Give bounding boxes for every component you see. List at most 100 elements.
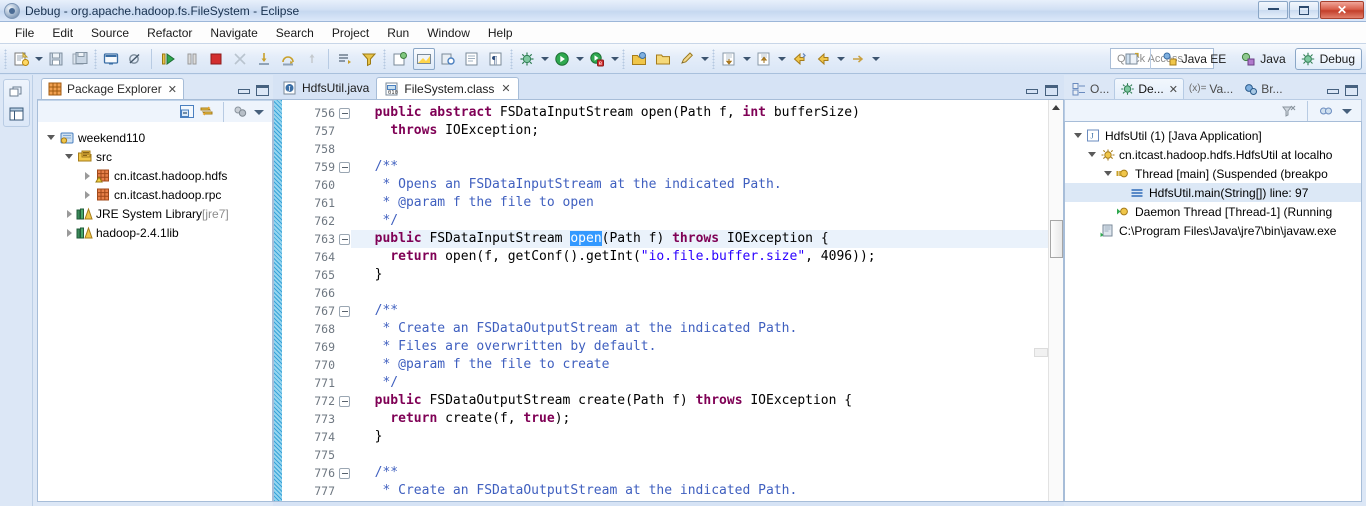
code-line[interactable]: } <box>351 266 1063 284</box>
step-return-icon[interactable] <box>301 48 323 70</box>
chevron-down-icon[interactable] <box>62 150 76 164</box>
tree-item-cn-itcast-hadoop-rpc[interactable]: cn.itcast.hadoop.rpc <box>38 185 272 204</box>
view-menu-icon[interactable] <box>252 106 266 118</box>
code-line[interactable]: } <box>351 428 1063 446</box>
code-line[interactable]: public abstract FSDataInputStream open(P… <box>351 104 1063 122</box>
link-with-editor-icon[interactable] <box>199 104 215 119</box>
debug-node-process[interactable]: C:\Program Files\Java\jre7\bin\javaw.exe <box>1065 221 1361 240</box>
run-external-dropdown-icon[interactable] <box>609 48 620 70</box>
import-icon[interactable] <box>753 48 775 70</box>
previous-annotation-icon[interactable]: ¶ <box>485 48 507 70</box>
collapse-all-icon[interactable] <box>179 104 195 119</box>
change-ruler[interactable] <box>274 100 282 501</box>
export-dropdown-icon[interactable] <box>741 48 752 70</box>
tree-item-src[interactable]: src <box>38 147 272 166</box>
code-line[interactable]: /** <box>351 158 1063 176</box>
close-icon[interactable]: ✕ <box>1169 83 1178 96</box>
forward-history-icon[interactable] <box>812 48 834 70</box>
source-code[interactable]: public abstract FSDataInputStream open(P… <box>351 100 1063 501</box>
tab-breakpoints[interactable]: Br... <box>1238 78 1287 99</box>
tree-item-weekend110[interactable]: weekend110 <box>38 128 272 147</box>
code-line[interactable] <box>351 446 1063 464</box>
console-icon[interactable] <box>100 48 122 70</box>
menu-navigate[interactable]: Navigate <box>201 24 266 42</box>
terminate-icon[interactable] <box>205 48 227 70</box>
close-button[interactable]: ✕ <box>1320 1 1364 19</box>
folding-ruler[interactable] <box>338 100 351 501</box>
code-line[interactable]: * Opens an FSDataInputStream at the indi… <box>351 176 1063 194</box>
code-line[interactable]: public FSDataInputStream open(Path f) th… <box>351 230 1063 248</box>
code-line[interactable]: * Files are overwritten by default. <box>351 338 1063 356</box>
use-step-filters-icon[interactable] <box>358 48 380 70</box>
open-resource-icon[interactable] <box>628 48 650 70</box>
menu-source[interactable]: Source <box>82 24 138 42</box>
skip-all-breakpoints-icon[interactable] <box>124 48 146 70</box>
debug-launch-dropdown-icon[interactable] <box>539 48 550 70</box>
code-line[interactable]: /** <box>351 302 1063 320</box>
forward-arrow-icon[interactable] <box>847 48 869 70</box>
tree-item-hadoop-lib[interactable]: hadoop-2.4.1lib <box>38 223 272 242</box>
open-task-icon[interactable] <box>413 47 435 70</box>
connect-icon[interactable] <box>1318 104 1334 118</box>
code-line[interactable]: * Create an FSDataOutputStream at the in… <box>351 482 1063 500</box>
code-line[interactable] <box>351 284 1063 302</box>
resume-icon[interactable] <box>157 48 179 70</box>
debug-node-launch[interactable]: J HdfsUtil (1) [Java Application] <box>1065 126 1361 145</box>
code-line[interactable]: /** <box>351 464 1063 482</box>
tab-outline[interactable]: O... <box>1067 78 1114 99</box>
perspective-java-ee[interactable]: Java EE <box>1157 48 1234 70</box>
code-line[interactable]: * @param f the file to create <box>351 356 1063 374</box>
fold-collapse-icon[interactable] <box>339 306 350 317</box>
new-java-class-icon[interactable] <box>676 48 698 70</box>
drop-to-frame-icon[interactable] <box>334 48 356 70</box>
maximize-button[interactable] <box>1289 1 1319 19</box>
search-icon[interactable] <box>437 48 459 70</box>
step-into-icon[interactable] <box>253 48 275 70</box>
fold-collapse-icon[interactable] <box>339 162 350 173</box>
run-launch-dropdown-icon[interactable] <box>574 48 585 70</box>
chevron-right-icon[interactable] <box>80 188 94 202</box>
forward-dropdown-icon[interactable] <box>870 48 881 70</box>
maximize-icon[interactable] <box>1345 85 1358 96</box>
suspend-icon[interactable] <box>181 48 203 70</box>
step-over-icon[interactable] <box>277 48 299 70</box>
debug-launch-icon[interactable] <box>516 48 538 70</box>
import-dropdown-icon[interactable] <box>776 48 787 70</box>
focus-on-active-task-icon[interactable] <box>232 104 248 119</box>
code-line[interactable]: */ <box>351 212 1063 230</box>
chevron-down-icon[interactable] <box>44 131 58 145</box>
new-java-class-dropdown-icon[interactable] <box>699 48 710 70</box>
open-perspective-icon[interactable] <box>1121 48 1143 70</box>
tab-debug[interactable]: De... ✕ <box>1114 78 1184 99</box>
chevron-down-icon[interactable] <box>1071 129 1085 143</box>
menu-search[interactable]: Search <box>267 24 323 42</box>
open-type-icon[interactable] <box>389 48 411 70</box>
back-dropdown-icon[interactable] <box>835 48 846 70</box>
debug-node-daemon-thread[interactable]: Daemon Thread [Thread-1] (Running <box>1065 202 1361 221</box>
run-launch-icon[interactable] <box>551 48 573 70</box>
new-wizard-icon[interactable] <box>10 48 32 70</box>
next-annotation-icon[interactable] <box>461 48 483 70</box>
package-explorer-fastview-icon[interactable] <box>7 105 25 123</box>
code-line[interactable]: throws IOException; <box>351 122 1063 140</box>
chevron-right-icon[interactable] <box>62 207 76 221</box>
disconnect-icon[interactable] <box>229 48 251 70</box>
chevron-right-icon[interactable] <box>80 169 94 183</box>
export-icon[interactable] <box>718 48 740 70</box>
open-folder-icon[interactable] <box>652 48 674 70</box>
menu-help[interactable]: Help <box>479 24 522 42</box>
tree-item-jre-system-library[interactable]: JRE System Library [jre7] <box>38 204 272 223</box>
perspective-java[interactable]: Java <box>1235 48 1292 70</box>
close-icon[interactable]: ✕ <box>168 83 177 96</box>
code-line[interactable]: public FSDataOutputStream create(Path f)… <box>351 392 1063 410</box>
save-icon[interactable] <box>45 48 67 70</box>
menu-window[interactable]: Window <box>418 24 479 42</box>
back-history-icon[interactable] <box>788 48 810 70</box>
menu-project[interactable]: Project <box>323 24 378 42</box>
menu-run[interactable]: Run <box>378 24 418 42</box>
scroll-up-icon[interactable] <box>1049 100 1063 114</box>
menu-edit[interactable]: Edit <box>43 24 82 42</box>
save-all-icon[interactable] <box>69 48 91 70</box>
editor-vertical-scrollbar[interactable] <box>1048 100 1063 501</box>
maximize-icon[interactable] <box>256 85 269 96</box>
